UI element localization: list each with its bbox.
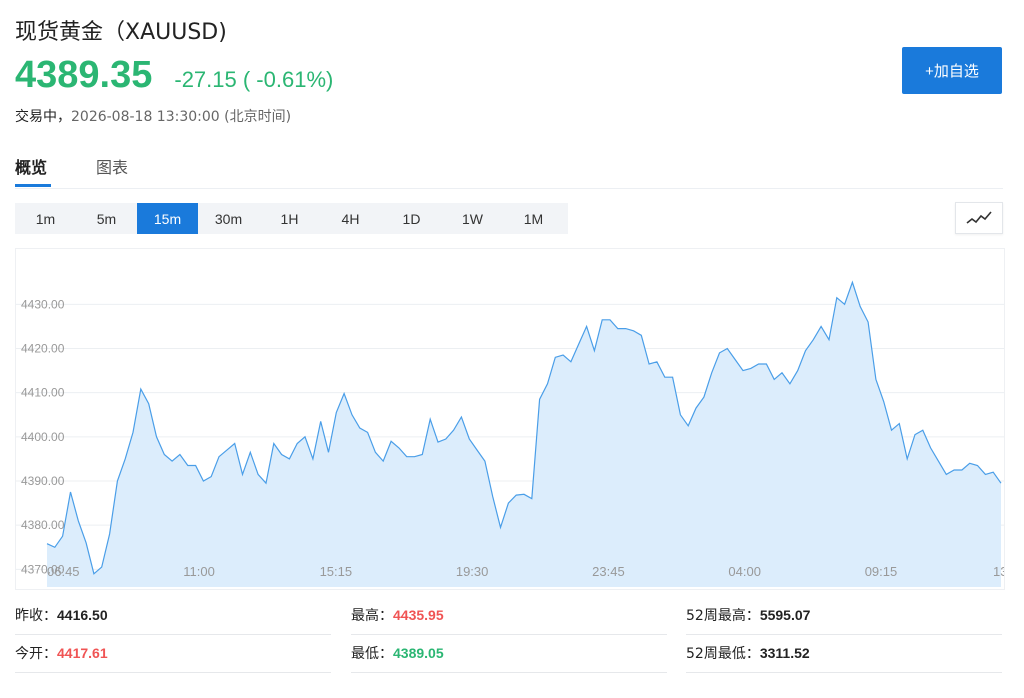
stat-label: 今开： — [15, 646, 57, 662]
stat-value: 4389.05 — [393, 645, 444, 661]
period-1mo[interactable]: 1M — [503, 203, 564, 234]
chart-svg: 4430.00 4420.00 4410.00 4400.00 4390.00 4380.… — [16, 280, 1018, 587]
price-row: 4389.35 -27.15 ( -0.61%) — [15, 54, 333, 97]
price-change: -27.15 ( -0.61%) — [174, 67, 334, 92]
y-tick-label: 4430.00 — [21, 297, 65, 311]
x-tick-label: 13:3 — [993, 564, 1004, 579]
price-area-fill — [47, 282, 1001, 587]
period-selector: 1m 5m 15m 30m 1H 4H 1D 1W 1M — [15, 203, 568, 234]
y-tick-label: 4410.00 — [21, 386, 65, 400]
x-tick-label: 06:45 — [47, 564, 80, 579]
line-chart-icon — [966, 211, 992, 224]
stat-label: 52周最低： — [686, 646, 760, 662]
period-4h[interactable]: 4H — [320, 203, 381, 234]
period-15m[interactable]: 15m — [137, 203, 198, 234]
status-label: 交易中， — [15, 109, 71, 125]
stat-value: 3311.52 — [759, 645, 810, 661]
x-tick-label: 23:45 — [592, 564, 625, 579]
stat-label: 最低： — [351, 646, 393, 662]
tab-chart[interactable]: 图表 — [96, 154, 128, 178]
y-tick-label: 4390.00 — [21, 474, 65, 488]
period-1h[interactable]: 1H — [259, 203, 320, 234]
stat-52w-low: 52周最低： 3311.52 — [686, 634, 1002, 673]
stat-prev-close: 昨收： 4416.50 — [15, 596, 331, 635]
period-1m[interactable]: 1m — [15, 203, 76, 234]
x-tick-label: 11:00 — [183, 564, 215, 579]
period-5m[interactable]: 5m — [76, 203, 137, 234]
stat-value: 5595.07 — [759, 607, 811, 623]
y-tick-label: 4420.00 — [21, 342, 65, 356]
y-tick-label: 4400.00 — [21, 430, 65, 444]
stat-low: 最低： 4389.05 — [351, 634, 667, 673]
stat-52w-high: 52周最高： 5595.07 — [686, 596, 1002, 635]
stat-open: 今开： 4417.61 — [15, 634, 331, 673]
stat-label: 最高： — [351, 608, 393, 624]
x-tick-label: 04:00 — [728, 564, 761, 579]
period-1w[interactable]: 1W — [442, 203, 503, 234]
current-price: 4389.35 — [15, 54, 153, 96]
period-1d[interactable]: 1D — [381, 203, 442, 234]
active-tab-indicator — [15, 184, 51, 187]
x-tick-label: 09:15 — [865, 564, 898, 579]
instrument-title: 现货黄金（XAUUSD) — [15, 20, 227, 45]
price-chart[interactable]: 4430.00 4420.00 4410.00 4400.00 4390.00 4380.… — [15, 248, 1018, 590]
stat-value: 4416.50 — [57, 607, 108, 623]
tab-overview[interactable]: 概览 — [15, 154, 47, 178]
trading-status: 交易中，2026-08-18 13:30:00 (北京时间) — [15, 106, 291, 126]
status-timestamp: 2026-08-18 13:30:00 (北京时间) — [71, 109, 292, 125]
stat-label: 52周最高： — [686, 608, 760, 624]
x-tick-label: 15:15 — [320, 564, 353, 579]
x-tick-label: 19:30 — [456, 564, 489, 579]
stat-label: 昨收： — [15, 608, 57, 624]
stat-high: 最高： 4435.95 — [351, 596, 667, 635]
add-watchlist-button[interactable]: +加自选 — [902, 47, 1002, 94]
period-30m[interactable]: 30m — [198, 203, 259, 234]
tab-bar: 概览 图表 — [15, 150, 1003, 189]
chart-type-button[interactable] — [955, 202, 1003, 234]
stat-value: 4417.61 — [57, 645, 108, 661]
stat-value: 4435.95 — [393, 607, 444, 623]
y-tick-label: 4380.00 — [21, 518, 65, 532]
